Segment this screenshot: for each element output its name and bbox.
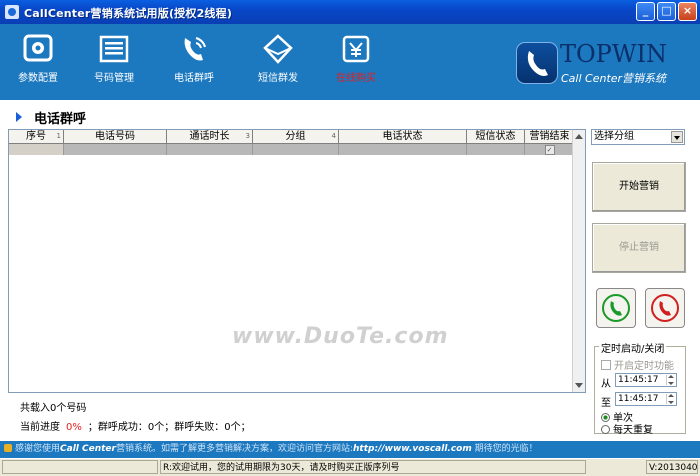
- title-bar: CallCenter营销系统试用版(授权2线程) _ □ ×: [0, 0, 700, 24]
- timer-legend: 定时启动/关闭: [599, 340, 667, 355]
- timer-groupbox: 定时启动/关闭 开启定时功能 从 11:45:17 至 11:45:17 单次 …: [594, 340, 686, 436]
- daily-radio[interactable]: 每天重复: [601, 421, 653, 436]
- accept-call-button[interactable]: [596, 288, 636, 328]
- timer-to-row: 至 11:45:17: [601, 392, 677, 409]
- purchase-icon: [342, 35, 370, 63]
- table-row[interactable]: ✓: [9, 144, 575, 155]
- toolbar-buy-online-label: 在线购买: [336, 73, 376, 84]
- row-cell-duration: [167, 144, 253, 155]
- to-label: 至: [601, 398, 611, 409]
- chevron-down-icon[interactable]: [671, 131, 683, 143]
- toolbar-buy-online-button[interactable]: 在线购买: [325, 34, 387, 84]
- sort-indicator: 3: [245, 132, 250, 140]
- grid-header: 序号 1 电话号码 通话时长 3 分组 4 电话状态 短信状态 营销结束: [9, 130, 575, 144]
- enable-timer-checkbox[interactable]: 开启定时功能: [601, 357, 674, 372]
- from-label: 从: [601, 379, 611, 390]
- close-button[interactable]: ×: [678, 2, 697, 21]
- column-header-sms-status[interactable]: 短信状态: [467, 130, 525, 144]
- sort-indicator: 4: [331, 132, 336, 140]
- envelope-icon: [263, 34, 293, 64]
- maximize-button[interactable]: □: [657, 2, 676, 21]
- sort-indicator: 1: [56, 132, 61, 140]
- number-list-icon: [99, 35, 129, 63]
- main-toolbar: 参数配置 号码管理 电话群呼 短信群发 在线购买 TOPWIN Call Cen…: [0, 24, 700, 100]
- toolbar-numbers-label: 号码管理: [94, 73, 134, 84]
- call-result-text: ；群呼成功：0个；群呼失败：0个；: [87, 422, 251, 433]
- logo-subtext: Call Center营销系统: [561, 72, 667, 85]
- to-time-input[interactable]: 11:45:17: [615, 392, 677, 406]
- main-content: 电话群呼 序号 1 电话号码 通话时长 3 分组 4 电话状态 短信状态 营销结…: [0, 100, 700, 441]
- group-select-value: 选择分组: [594, 131, 634, 142]
- status-left-cell: [2, 460, 158, 474]
- phone-call-icon: [184, 37, 206, 61]
- group-select[interactable]: 选择分组: [591, 129, 685, 145]
- toolbar-group-call-label: 电话群呼: [174, 73, 214, 84]
- website-link[interactable]: http://www.voscall.com: [353, 444, 472, 454]
- minimize-button[interactable]: _: [636, 2, 655, 21]
- settings-icon: [23, 34, 53, 62]
- finished-checkbox[interactable]: ✓: [544, 145, 555, 155]
- app-icon: [5, 5, 19, 19]
- notice-bar: 感谢您使用Call Center营销系统。如需了解更多营销解决方案，欢迎访问官方…: [0, 441, 700, 458]
- row-cell-phone: [64, 144, 167, 155]
- column-header-index[interactable]: 序号 1: [9, 130, 64, 144]
- radio-dot: [601, 425, 610, 434]
- row-cell-group: [253, 144, 339, 155]
- column-header-call-status[interactable]: 电话状态: [339, 130, 467, 144]
- row-cell-sms-status: [467, 144, 525, 155]
- progress-label: 当前进度: [20, 422, 60, 433]
- progress-line: 当前进度 0% ；群呼成功：0个；群呼失败：0个；: [20, 418, 251, 433]
- logo-phone-icon: [516, 42, 558, 84]
- checkbox-box: [601, 360, 611, 370]
- scroll-down-icon[interactable]: [575, 383, 583, 388]
- column-header-duration[interactable]: 通话时长 3: [167, 130, 253, 144]
- progress-value: 0%: [66, 422, 82, 433]
- toolbar-group-call-button[interactable]: 电话群呼: [163, 34, 225, 84]
- green-phone-icon: [602, 294, 630, 322]
- stop-marketing-button[interactable]: 停止营销: [592, 223, 686, 273]
- topwin-logo: TOPWIN Call Center营销系统: [516, 34, 686, 88]
- scroll-up-icon[interactable]: [575, 134, 583, 139]
- grid-vertical-scrollbar[interactable]: [572, 130, 585, 392]
- toolbar-sms-button[interactable]: 短信群发: [247, 34, 309, 84]
- timer-from-row: 从 11:45:17: [601, 373, 677, 390]
- column-header-phone[interactable]: 电话号码: [64, 130, 167, 144]
- loaded-count-text: 共载入0个号码: [20, 403, 87, 414]
- status-message: R:欢迎试用，您的试用期限为30天，请及时购买正版序列号: [160, 460, 586, 474]
- hangup-button[interactable]: [645, 288, 685, 328]
- start-marketing-button[interactable]: 开始营销: [592, 162, 686, 212]
- from-time-input[interactable]: 11:45:17: [615, 373, 677, 387]
- watermark: www.DuoTe.com: [232, 324, 449, 349]
- status-version: V:20130407: [646, 460, 698, 474]
- red-phone-icon: [651, 294, 679, 322]
- notice-icon: [4, 444, 12, 452]
- toolbar-sms-label: 短信群发: [258, 73, 298, 84]
- window-title: CallCenter营销系统试用版(授权2线程): [24, 7, 233, 20]
- toolbar-numbers-button[interactable]: 号码管理: [83, 34, 145, 84]
- column-header-finished[interactable]: 营销结束: [525, 130, 575, 144]
- toolbar-settings-label: 参数配置: [18, 73, 58, 84]
- number-grid[interactable]: 序号 1 电话号码 通话时长 3 分组 4 电话状态 短信状态 营销结束 ✓: [8, 129, 586, 393]
- status-bar: R:欢迎试用，您的试用期限为30天，请及时购买正版序列号 V:20130407: [0, 458, 700, 476]
- row-cell-index: [9, 144, 64, 155]
- section-title: 电话群呼: [34, 112, 87, 127]
- logo-text: TOPWIN: [560, 40, 667, 68]
- row-cell-finished: ✓: [525, 144, 575, 155]
- column-header-group[interactable]: 分组 4: [253, 130, 339, 144]
- section-arrow-icon: [16, 112, 22, 122]
- row-cell-call-status: [339, 144, 467, 155]
- time-spinner-icon[interactable]: [666, 375, 675, 385]
- window-controls: _ □ ×: [636, 2, 697, 21]
- toolbar-settings-button[interactable]: 参数配置: [7, 34, 69, 84]
- time-spinner-icon[interactable]: [666, 394, 675, 404]
